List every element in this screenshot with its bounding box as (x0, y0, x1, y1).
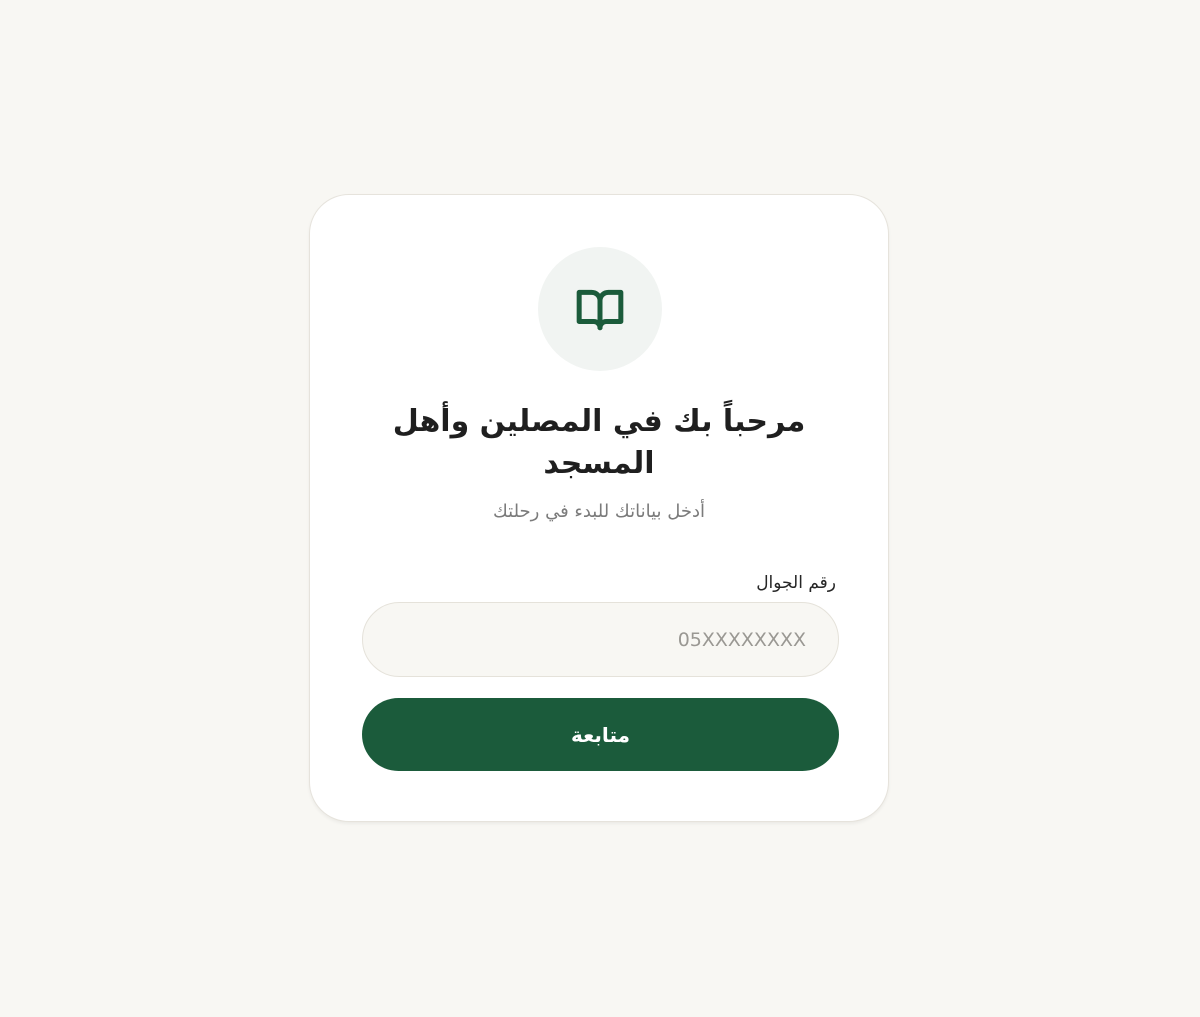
icon-badge (538, 247, 662, 371)
phone-label: رقم الجوال (756, 573, 836, 593)
phone-input[interactable] (362, 602, 839, 677)
continue-button[interactable]: متابعة (362, 698, 839, 771)
page-title: مرحباً بك في المصلين وأهل المسجد (392, 404, 806, 481)
page-subtitle: أدخل بياناتك للبدء في رحلتك (492, 501, 706, 522)
login-card: مرحباً بك في المصلين وأهل المسجد أدخل بي… (309, 194, 889, 822)
open-book-icon (576, 289, 624, 331)
